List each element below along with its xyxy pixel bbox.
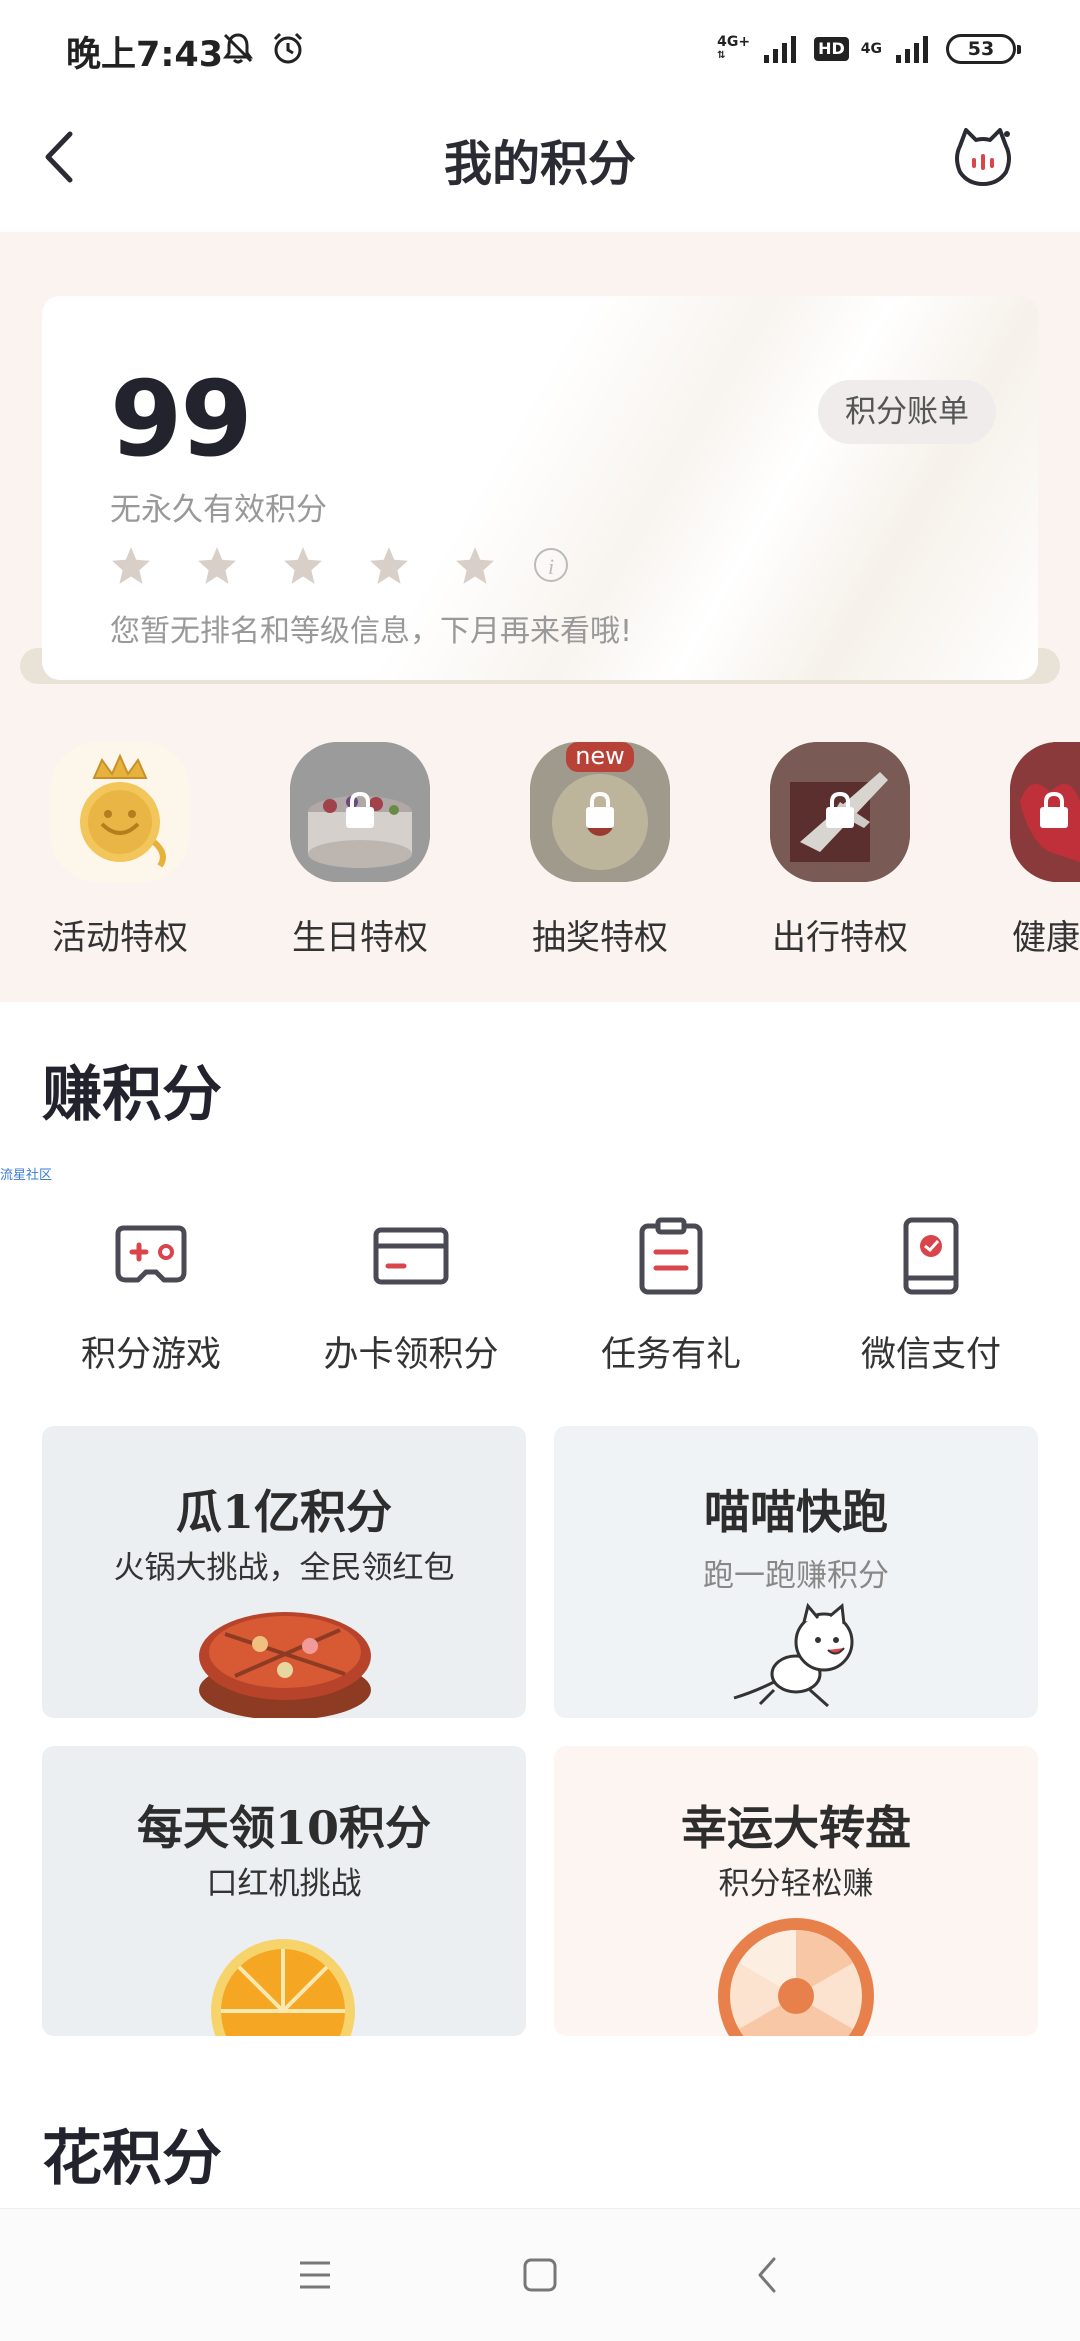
privilege-label: 出行特权: [772, 918, 908, 958]
earn-item-label[interactable]: 微信支付: [811, 1326, 1051, 1377]
menu-icon[interactable]: [298, 2259, 332, 2291]
signal-icon-2: [896, 36, 928, 63]
card-subtitle: 火锅大挑战，全民领红包: [113, 1550, 455, 1586]
hd-badge: HD: [814, 37, 849, 61]
card-subtitle: 口红机挑战: [206, 1866, 362, 1902]
crown-coin-icon: [80, 753, 166, 868]
tiny-tag: 流星社区: [0, 1168, 53, 1183]
privilege-health[interactable]: [1010, 742, 1080, 882]
status-bar: 晚上7:43 4G+ ⇅ HD 4G 53: [0, 0, 1080, 100]
promo-card-cat-run[interactable]: 喵喵快跑 跑一跑赚积分: [554, 1426, 1038, 1718]
mute-bell-icon: [223, 33, 253, 64]
wheel-illustration: [718, 1918, 874, 2036]
star-icon: [456, 547, 494, 584]
info-icon[interactable]: i: [534, 548, 568, 582]
promo-card-wheel[interactable]: 幸运大转盘 积分轻松赚: [554, 1746, 1038, 2036]
earn-section-title: 赚积分: [42, 1060, 222, 1130]
network-label-1: 4G+ ⇅: [717, 34, 751, 61]
lock-icon: [586, 791, 614, 828]
star-icon: [284, 547, 322, 584]
gamepad-icon[interactable]: [108, 1216, 194, 1296]
back-nav-icon[interactable]: [752, 2255, 782, 2295]
spend-section-title: 花积分: [42, 2124, 222, 2194]
battery-indicator: 53: [946, 34, 1021, 64]
card-title: 瓜1亿积分: [175, 1485, 392, 1539]
points-value: 99: [110, 358, 253, 480]
star-icon: [112, 547, 150, 584]
privilege-birthday[interactable]: [290, 742, 430, 882]
points-subtitle: 无永久有效积分: [110, 492, 327, 528]
promo-card-lipstick[interactable]: 每天领10积分 口红机挑战: [42, 1746, 526, 2036]
privilege-activity[interactable]: [50, 742, 190, 882]
star-icon: [198, 547, 236, 584]
privilege-label: 抽奖特权: [532, 918, 668, 958]
signal-icon-1: [764, 36, 797, 63]
card-subtitle: 积分轻松赚: [718, 1866, 874, 1902]
orange-illustration: [211, 1939, 355, 2036]
privilege-label: 生日特权: [292, 918, 428, 958]
privilege-label: 活动特权: [52, 918, 188, 958]
alarm-icon: [273, 32, 303, 64]
privilege-travel[interactable]: [770, 742, 910, 882]
card-title: 幸运大转盘: [681, 1801, 911, 1855]
earn-item-label[interactable]: 办卡领积分: [291, 1326, 531, 1377]
card-title: 每天领10积分: [136, 1801, 431, 1855]
star-icon: [370, 547, 408, 584]
earn-item-label[interactable]: 任务有礼: [551, 1326, 791, 1377]
lock-icon: [1040, 791, 1068, 828]
page-title: 我的积分: [443, 136, 636, 192]
phone-pay-icon[interactable]: [888, 1216, 974, 1296]
points-bill-button[interactable]: 积分账单: [818, 380, 996, 444]
running-cat-illustration: [733, 1602, 854, 1708]
privilege-label: 健康: [1012, 918, 1080, 958]
lock-icon: [346, 791, 374, 828]
lock-icon: [826, 791, 854, 828]
earn-item-label[interactable]: 积分游戏: [31, 1326, 271, 1377]
rank-note: 您暂无排名和等级信息，下月再来看哦!: [110, 614, 633, 649]
privilege-lottery[interactable]: new: [530, 742, 670, 882]
card-title: 喵喵快跑: [704, 1485, 888, 1539]
status-time: 晚上7:43: [66, 35, 224, 75]
promo-card-hotpot[interactable]: 瓜1亿积分 火锅大挑战，全民领红包: [42, 1426, 526, 1718]
card-subtitle: 跑一跑赚积分: [703, 1558, 889, 1594]
new-badge: new: [575, 742, 625, 770]
status-right-group: 4G+ ⇅ HD 4G 53: [717, 26, 1021, 72]
card-icon[interactable]: [368, 1216, 454, 1296]
home-square-icon[interactable]: [522, 2257, 558, 2293]
network-label-2: 4G: [860, 41, 882, 57]
level-stars: i: [110, 544, 568, 586]
cat-service-icon[interactable]: [950, 124, 1016, 190]
clipboard-icon[interactable]: [628, 1216, 714, 1296]
system-nav-bar: [0, 2208, 1080, 2341]
hotpot-illustration: [199, 1612, 371, 1718]
